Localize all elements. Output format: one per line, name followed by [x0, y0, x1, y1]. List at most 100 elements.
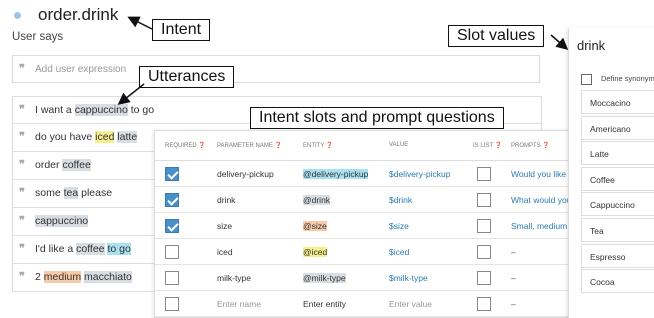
callout-intent: Intent	[152, 19, 211, 41]
annotated-slot: iced	[95, 131, 115, 143]
add-expression-field[interactable]: ❞	[12, 55, 540, 83]
slot-value-item[interactable]: Americano	[581, 115, 654, 140]
required-checkbox[interactable]	[165, 219, 179, 233]
table-header: REQUIRED ❓ PARAMETER NAME ❓ ENTITY ❓ VAL…	[155, 131, 585, 161]
quote-icon: ❞	[19, 186, 25, 199]
parameter-row: delivery-pickup @delivery-pickup $delivery…	[155, 161, 585, 187]
annotated-slot: cappuccino	[35, 215, 89, 227]
parameter-entity[interactable]: Enter entity	[303, 299, 346, 309]
callout-intent-slots: Intent slots and prompt questions	[250, 107, 504, 129]
add-expression-input[interactable]	[35, 61, 515, 77]
header-is-list: IS LIST ❓	[473, 143, 503, 149]
slot-value-text: Coffee	[590, 174, 615, 185]
utterance-text[interactable]: cappuccino	[35, 215, 89, 227]
utterance-fragment: please	[78, 187, 113, 199]
intent-name: order.drink	[38, 5, 119, 24]
utterance-text[interactable]: order coffee	[35, 159, 91, 171]
parameter-value[interactable]: $size	[389, 221, 409, 231]
define-synonyms-label: Define synonym	[601, 74, 654, 83]
parameter-prompt[interactable]: –	[511, 273, 516, 283]
parameter-name[interactable]: Enter name	[217, 299, 261, 309]
parameter-value[interactable]: Enter value	[389, 299, 432, 309]
required-checkbox[interactable]	[165, 297, 179, 311]
slot-value-item[interactable]: Espresso	[581, 243, 654, 268]
parameter-name[interactable]: drink	[217, 195, 235, 205]
annotated-slot: medium	[43, 271, 82, 283]
parameter-row: iced @iced $iced –	[155, 239, 585, 265]
slot-value-text: Moccacino	[590, 98, 631, 108]
is-list-checkbox[interactable]	[477, 297, 491, 311]
intent-dot-icon	[14, 12, 21, 19]
parameter-row: Enter name Enter entity Enter value –	[155, 291, 585, 317]
required-checkbox[interactable]	[165, 271, 179, 285]
parameter-name[interactable]: size	[217, 221, 232, 231]
annotated-slot: tea	[63, 187, 79, 199]
slot-value-item[interactable]: Moccacino	[581, 90, 654, 114]
parameter-name[interactable]: milk-type	[217, 273, 251, 283]
slot-value-item[interactable]: Tea	[581, 218, 654, 242]
quote-icon: ❞	[19, 270, 25, 283]
annotated-slot: macchiato	[84, 271, 132, 283]
user-says-label: User says	[12, 31, 64, 43]
parameters-table: REQUIRED ❓ PARAMETER NAME ❓ ENTITY ❓ VAL…	[154, 130, 586, 318]
utterance-fragment: I want a	[35, 104, 75, 116]
parameter-entity[interactable]: @delivery-pickup	[303, 169, 369, 179]
parameter-row: drink @drink $drink What would you ...	[155, 187, 585, 213]
utterance-fragment: I'd like a	[35, 243, 77, 255]
slot-value-text: Latte	[590, 149, 609, 160]
parameter-value[interactable]: $milk-type	[389, 273, 428, 283]
parameter-entity[interactable]: @milk-type	[303, 273, 346, 283]
entity-title: drink	[577, 38, 606, 53]
parameter-entity[interactable]: @iced	[303, 247, 328, 257]
header-parameter-name: PARAMETER NAME ❓	[217, 143, 283, 149]
is-list-checkbox[interactable]	[477, 219, 491, 233]
parameter-name[interactable]: iced	[217, 247, 233, 257]
quote-icon: ❞	[19, 103, 25, 116]
utterance-text[interactable]: I'd like a coffee to go	[35, 243, 131, 255]
define-synonyms-checkbox[interactable]	[581, 74, 592, 85]
is-list-checkbox[interactable]	[477, 193, 491, 207]
utterance-fragment: to go	[127, 104, 155, 116]
utterance-text[interactable]: 2 medium macchiato	[35, 271, 132, 283]
intent-arrow	[127, 16, 153, 30]
utterance-text[interactable]: I want a cappuccino to go	[35, 104, 154, 116]
required-checkbox[interactable]	[165, 167, 179, 181]
slot-value-text: Cocoa	[590, 277, 615, 288]
parameter-value[interactable]: $iced	[389, 247, 409, 257]
header-required: REQUIRED ❓	[165, 143, 206, 149]
slot-values-arrow	[550, 34, 569, 50]
parameter-prompt[interactable]: Would you like ...	[511, 169, 576, 179]
slot-value-item[interactable]: Coffee	[581, 166, 654, 191]
quote-icon: ❞	[19, 62, 25, 75]
parameter-value[interactable]: $delivery-pickup	[389, 169, 450, 179]
utterance-text[interactable]: some tea please	[35, 187, 112, 199]
slot-value-text: Tea	[590, 226, 604, 236]
slot-value-item[interactable]: Cappuccino	[581, 192, 654, 217]
parameter-entity[interactable]: @size	[303, 221, 327, 231]
utterance-fragment: order	[35, 159, 63, 171]
parameter-entity[interactable]: @drink	[303, 195, 331, 205]
header-prompts: PROMPTS ❓	[511, 143, 550, 149]
slot-value-text: Americano	[590, 123, 631, 134]
quote-icon: ❞	[19, 158, 25, 171]
slot-value-item[interactable]: Latte	[581, 141, 654, 166]
slot-value-item[interactable]: Cocoa	[581, 269, 654, 294]
annotated-slot: coffee	[76, 243, 105, 255]
annotated-slot: to go	[107, 243, 131, 255]
is-list-checkbox[interactable]	[477, 271, 491, 285]
parameter-name[interactable]: delivery-pickup	[217, 169, 274, 179]
is-list-checkbox[interactable]	[477, 167, 491, 181]
parameter-prompt[interactable]: –	[511, 299, 516, 309]
parameter-value[interactable]: $drink	[389, 195, 412, 205]
parameter-row: milk-type @milk-type $milk-type –	[155, 265, 585, 291]
slot-value-text: Cappuccino	[590, 200, 635, 211]
parameter-prompt[interactable]: –	[511, 247, 516, 257]
parameter-row: size @size $size Small, medium o...	[155, 213, 585, 239]
utterance-text[interactable]: do you have iced latte	[35, 131, 138, 143]
required-checkbox[interactable]	[165, 193, 179, 207]
is-list-checkbox[interactable]	[477, 245, 491, 259]
utterance-fragment: 2	[35, 271, 44, 283]
quote-icon: ❞	[19, 130, 25, 143]
required-checkbox[interactable]	[165, 245, 179, 259]
annotated-slot: cappuccino	[74, 104, 128, 116]
